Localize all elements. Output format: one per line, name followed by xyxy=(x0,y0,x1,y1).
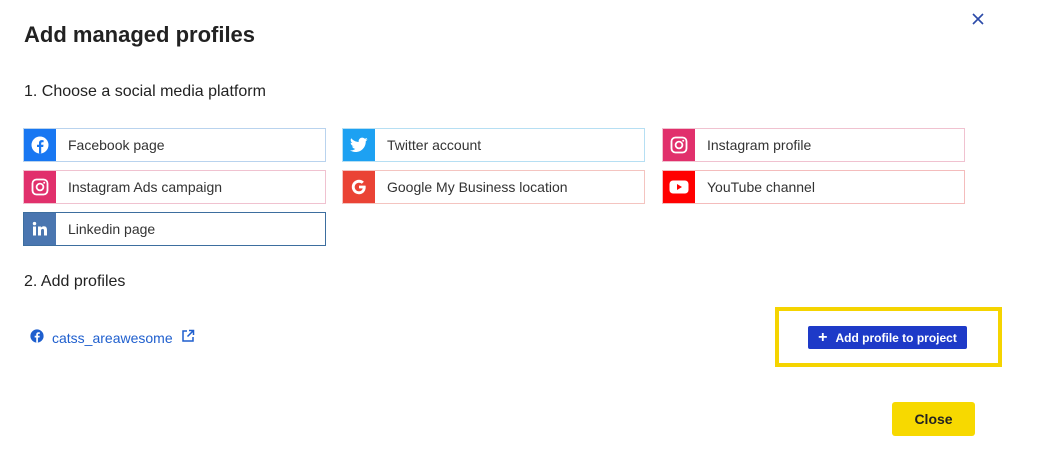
plus-icon: + xyxy=(818,328,828,346)
add-profile-button-label: Add profile to project xyxy=(835,330,957,345)
close-icon[interactable] xyxy=(968,9,988,29)
facebook-icon xyxy=(24,129,56,161)
instagram-icon xyxy=(663,129,695,161)
platform-facebook-page[interactable]: Facebook page xyxy=(23,128,326,162)
youtube-icon xyxy=(663,171,695,203)
platform-label: YouTube channel xyxy=(707,179,815,195)
step1-label: 1. Choose a social media platform xyxy=(24,83,266,100)
google-icon xyxy=(343,171,375,203)
platform-youtube-channel[interactable]: YouTube channel xyxy=(662,170,965,204)
platform-twitter-account[interactable]: Twitter account xyxy=(342,128,645,162)
platform-label: Facebook page xyxy=(68,137,165,153)
profile-name-link[interactable]: catss_areawesome xyxy=(52,330,173,346)
external-link-icon[interactable] xyxy=(181,329,195,348)
instagram-icon xyxy=(24,171,56,203)
platform-google-my-business-location[interactable]: Google My Business location xyxy=(342,170,645,204)
add-profile-to-project-button[interactable]: + Add profile to project xyxy=(808,326,967,349)
dialog-title: Add managed profiles xyxy=(24,22,256,47)
facebook-icon xyxy=(30,328,44,348)
platform-label: Google My Business location xyxy=(387,179,568,195)
platform-label: Linkedin page xyxy=(68,221,156,237)
platform-label: Instagram Ads campaign xyxy=(68,179,223,195)
platform-instagram-ads-campaign[interactable]: Instagram Ads campaign xyxy=(23,170,326,204)
step2-label: 2. Add profiles xyxy=(24,273,126,290)
close-button[interactable]: Close xyxy=(892,402,975,436)
platform-label: Instagram profile xyxy=(707,137,812,153)
add-managed-profiles-dialog: Add managed profiles 1. Choose a social … xyxy=(0,0,1042,463)
platform-linkedin-page[interactable]: Linkedin page xyxy=(23,212,326,246)
twitter-icon xyxy=(343,129,375,161)
linkedin-icon xyxy=(24,213,56,245)
platform-instagram-profile[interactable]: Instagram profile xyxy=(662,128,965,162)
profile-item: catss_areawesome xyxy=(30,328,195,348)
platform-label: Twitter account xyxy=(387,137,482,153)
